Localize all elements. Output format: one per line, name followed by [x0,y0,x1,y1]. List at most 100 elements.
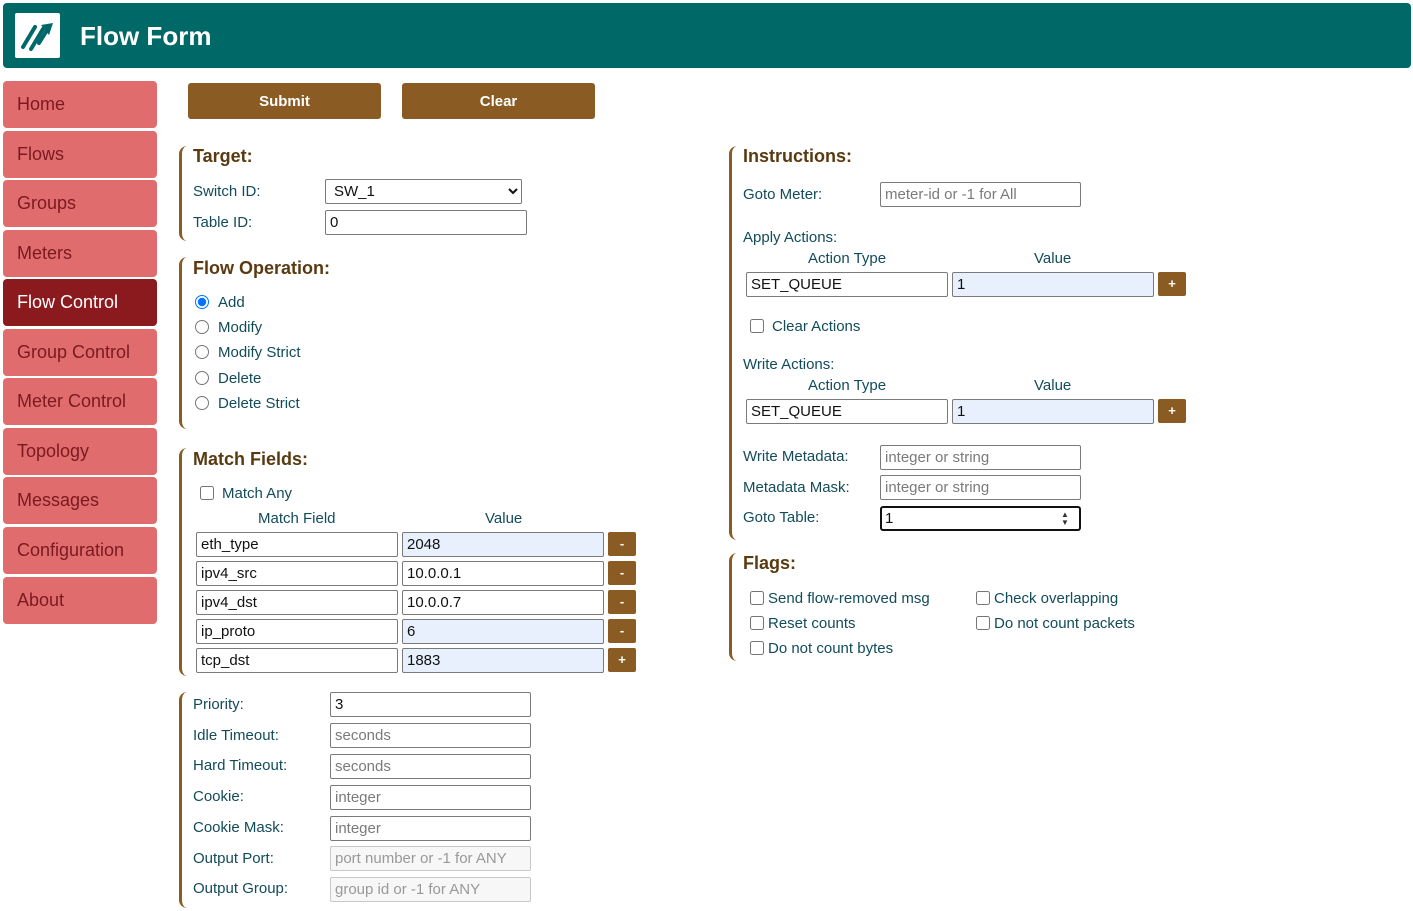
operation-delete-label: Delete [218,370,262,387]
switch-id-select[interactable]: SW_1 [325,179,522,204]
reset-counts-checkbox[interactable] [750,616,764,630]
write-action-type-input[interactable] [746,399,948,424]
goto-table-label: Goto Table: [743,509,820,526]
check-overlapping-label: Check overlapping [994,590,1119,607]
operation-modify-strict-label: Modify Strict [218,344,301,361]
operation-modify-strict-radio[interactable] [195,345,209,359]
no-count-packets-label: Do not count packets [994,615,1135,632]
output-group-label: Output Group: [193,880,289,897]
output-port-input [330,846,531,871]
match-field-input[interactable] [196,648,398,673]
output-port-label: Output Port: [193,850,274,867]
output-group-input [330,877,531,902]
instructions-panel-border [729,146,739,540]
remove-match-button[interactable]: - [608,619,636,643]
cookie-label: Cookie: [193,788,244,805]
send-flow-removed-label: Send flow-removed msg [768,590,930,607]
no-count-packets-checkbox[interactable] [976,616,990,630]
cookie-input[interactable] [330,785,531,810]
sidebar-item-about[interactable]: About [3,577,157,624]
match-title: Match Fields: [193,449,309,469]
misc-panel-border [179,692,189,908]
match-panel-border [179,448,189,676]
sidebar-item-configuration[interactable]: Configuration [3,527,157,574]
sidebar-item-flows[interactable]: Flows [3,131,157,178]
write-value-header: Value [1034,377,1072,394]
match-any-label: Match Any [222,485,293,502]
match-value-input[interactable] [402,619,604,644]
operation-delete-radio[interactable] [195,371,209,385]
sidebar-item-flow-control[interactable]: Flow Control [3,279,157,326]
remove-match-button[interactable]: - [608,590,636,614]
submit-button[interactable]: Submit [188,83,381,119]
match-any-checkbox[interactable] [200,486,214,500]
match-field-input[interactable] [196,619,398,644]
no-count-bytes-checkbox[interactable] [750,641,764,655]
table-id-input[interactable] [325,210,527,235]
write-metadata-input[interactable] [880,445,1081,470]
clear-button[interactable]: Clear [402,83,595,119]
clear-actions-checkbox[interactable] [750,319,764,333]
add-apply-action-button[interactable]: + [1158,272,1186,296]
no-count-bytes-label: Do not count bytes [768,640,894,657]
add-write-action-button[interactable]: + [1158,399,1186,423]
check-overlapping-checkbox[interactable] [976,591,990,605]
cookie-mask-label: Cookie Mask: [193,819,284,836]
target-title: Target: [193,146,253,166]
remove-match-button[interactable]: - [608,532,636,556]
match-field-input[interactable] [196,532,398,557]
operation-modify-radio[interactable] [195,320,209,334]
hard-timeout-label: Hard Timeout: [193,757,288,774]
idle-timeout-input[interactable] [330,723,531,748]
goto-table-input[interactable]: 1 ▲ ▼ [880,506,1081,531]
apply-action-type-input[interactable] [746,272,948,297]
hard-timeout-input[interactable] [330,754,531,779]
operation-title: Flow Operation: [193,258,330,278]
write-metadata-label: Write Metadata: [743,448,849,465]
match-value-column-header: Value [485,510,523,527]
match-value-input[interactable] [402,561,604,586]
operation-add-radio[interactable] [195,295,209,309]
sidebar-item-groups[interactable]: Groups [3,180,157,227]
write-action-type-header: Action Type [808,377,887,394]
goto-table-value: 1 [885,510,894,527]
app-logo-icon[interactable] [15,13,60,58]
sidebar-item-messages[interactable]: Messages [3,477,157,524]
apply-actions-label: Apply Actions: [743,229,838,246]
target-panel-border [179,146,189,241]
switch-id-label: Switch ID: [193,183,261,200]
operation-delete-strict-label: Delete Strict [218,395,300,412]
match-value-input[interactable] [402,532,604,557]
spinner-arrows-icon[interactable]: ▲ ▼ [1061,511,1071,527]
apply-value-header: Value [1034,250,1072,267]
match-value-input[interactable] [402,590,604,615]
cookie-mask-input[interactable] [330,816,531,841]
operation-modify-label: Modify [218,319,263,336]
table-id-label: Table ID: [193,214,253,231]
priority-input[interactable] [330,692,531,717]
metadata-mask-input[interactable] [880,475,1081,500]
flags-title: Flags: [743,553,797,573]
send-flow-removed-checkbox[interactable] [750,591,764,605]
operation-delete-strict-radio[interactable] [195,396,209,410]
app-header: Flow Form [3,3,1411,68]
add-match-button[interactable]: + [608,648,636,672]
page-title: Flow Form [80,21,212,51]
idle-timeout-label: Idle Timeout: [193,727,279,744]
metadata-mask-label: Metadata Mask: [743,479,850,496]
apply-action-value-input[interactable] [952,272,1154,297]
goto-meter-label: Goto Meter: [743,186,823,203]
write-actions-label: Write Actions: [743,356,835,373]
match-field-column-header: Match Field [258,510,336,527]
sidebar-item-group-control[interactable]: Group Control [3,329,157,376]
match-value-input[interactable] [402,648,604,673]
match-field-input[interactable] [196,590,398,615]
goto-meter-input[interactable] [880,182,1081,207]
sidebar-item-home[interactable]: Home [3,81,157,128]
sidebar-item-topology[interactable]: Topology [3,428,157,475]
remove-match-button[interactable]: - [608,561,636,585]
write-action-value-input[interactable] [952,399,1154,424]
sidebar-item-meters[interactable]: Meters [3,230,157,277]
match-field-input[interactable] [196,561,398,586]
sidebar-item-meter-control[interactable]: Meter Control [3,378,157,425]
